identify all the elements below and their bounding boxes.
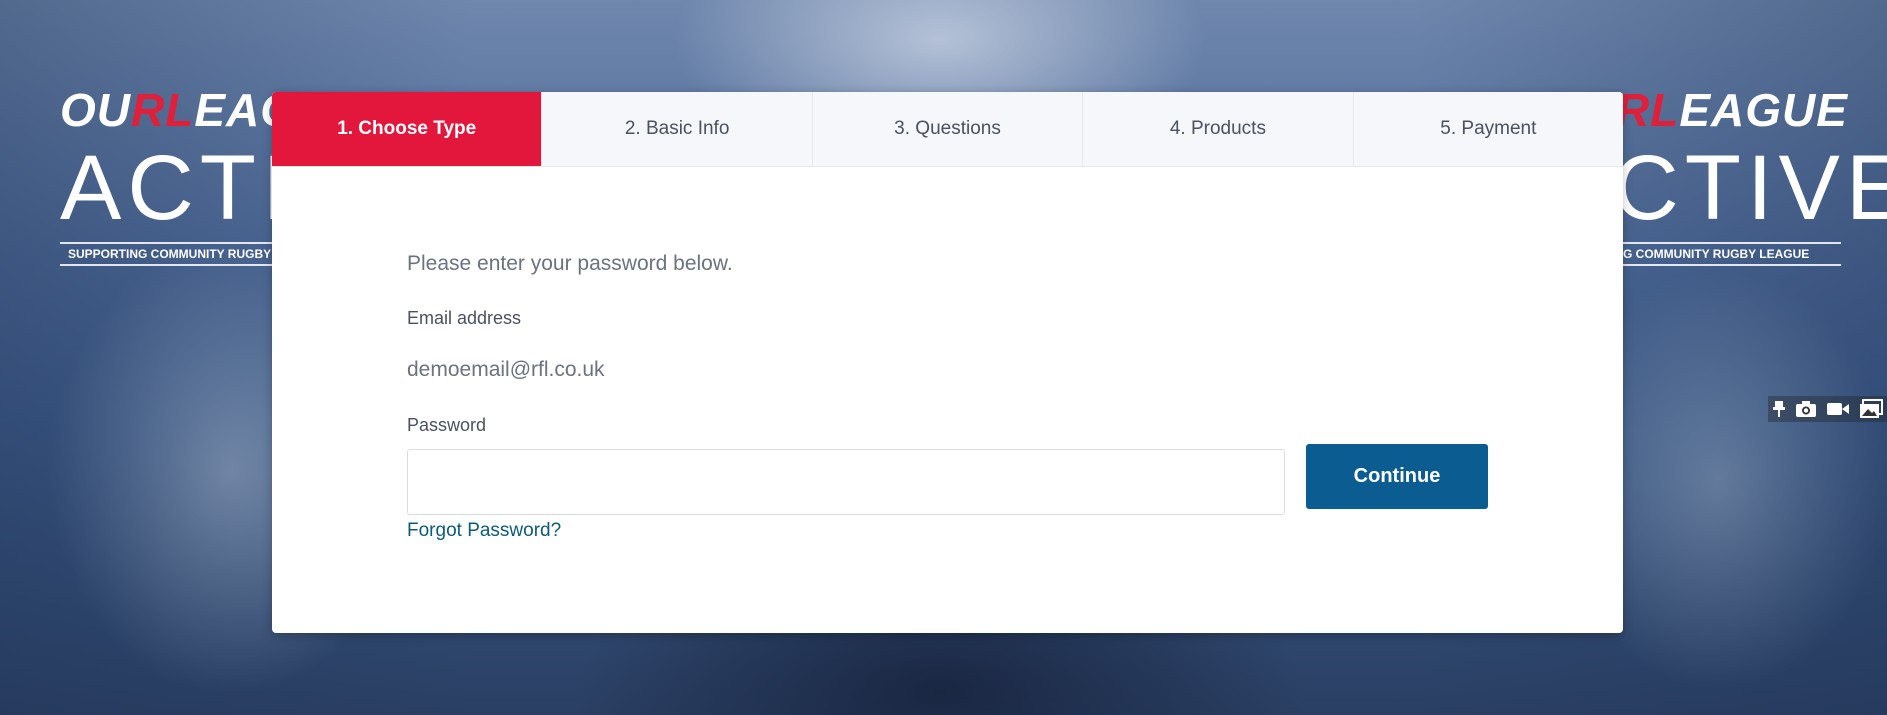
brand-wordmark-accent: RL bbox=[131, 84, 195, 136]
step-tabs: 1. Choose Type 2. Basic Info 3. Question… bbox=[272, 92, 1623, 167]
brand-wordmark-suffix: EAGUE bbox=[1679, 84, 1848, 136]
password-label: Password bbox=[407, 415, 487, 435]
video-icon[interactable] bbox=[1826, 400, 1850, 418]
continue-button[interactable]: Continue bbox=[1306, 444, 1488, 509]
recorder-toolbar bbox=[1768, 396, 1887, 422]
step-choose-type[interactable]: 1. Choose Type bbox=[272, 92, 543, 166]
brand-wordmark-prefix: OU bbox=[60, 84, 131, 136]
page-background: OURLEAGUE ACTIVE SUPPORTING COMMUNITY RU… bbox=[0, 0, 1887, 715]
email-value: demoemail@rfl.co.uk bbox=[407, 358, 605, 381]
step-payment[interactable]: 5. Payment bbox=[1354, 92, 1623, 166]
email-label: Email address bbox=[407, 308, 522, 328]
step-products[interactable]: 4. Products bbox=[1083, 92, 1354, 166]
registration-modal: 1. Choose Type 2. Basic Info 3. Question… bbox=[272, 92, 1623, 633]
forgot-password-link[interactable]: Forgot Password? bbox=[407, 520, 561, 542]
pin-icon[interactable] bbox=[1772, 400, 1786, 418]
step-basic-info[interactable]: 2. Basic Info bbox=[542, 92, 813, 166]
step-questions[interactable]: 3. Questions bbox=[813, 92, 1084, 166]
image-icon[interactable] bbox=[1859, 399, 1883, 419]
form-instructions: Please enter your password below. bbox=[407, 252, 733, 275]
camera-icon[interactable] bbox=[1795, 400, 1817, 418]
password-input[interactable] bbox=[407, 449, 1285, 515]
brand-wordmark-accent: RL bbox=[1616, 84, 1680, 136]
